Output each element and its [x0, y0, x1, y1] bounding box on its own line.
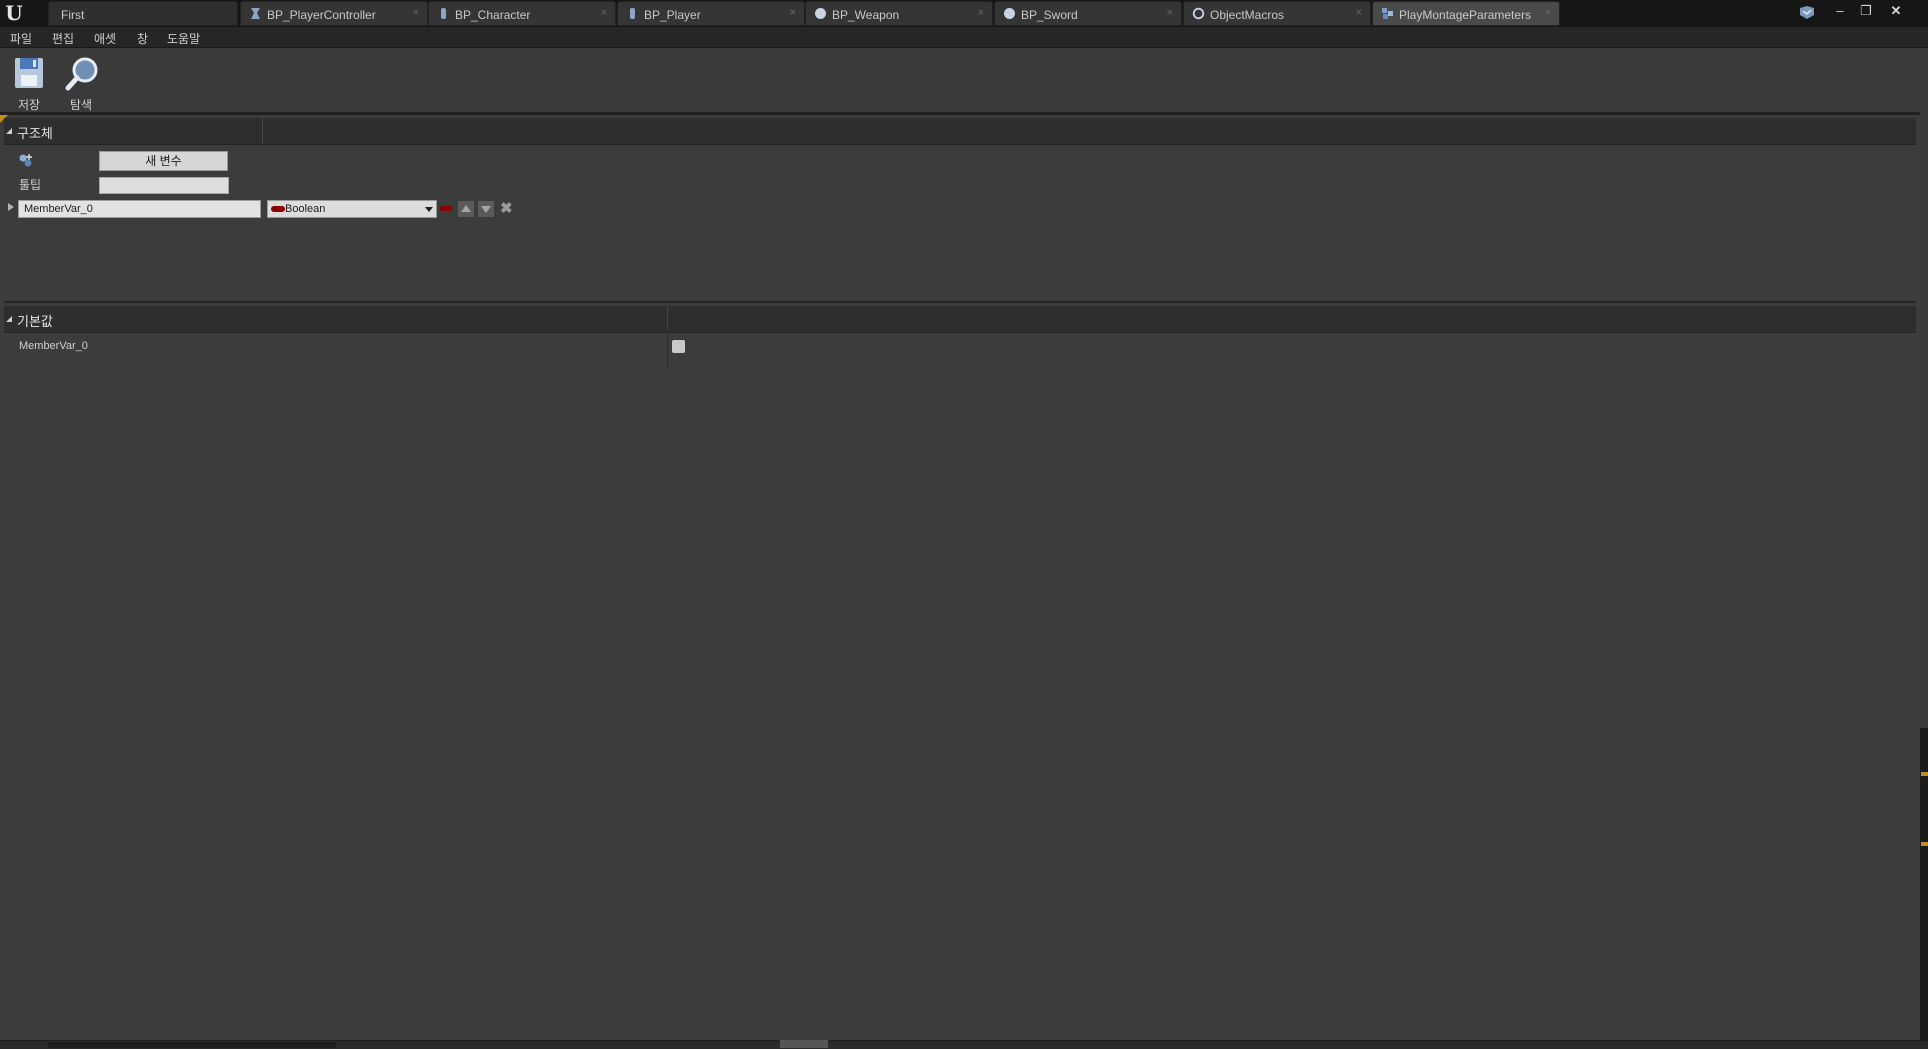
close-icon[interactable]: × — [978, 7, 984, 19]
close-icon[interactable]: × — [413, 7, 419, 19]
character-blueprint-icon — [441, 8, 446, 19]
browse-label: 탐색 — [69, 98, 93, 112]
scroll-thumb[interactable] — [780, 1040, 828, 1048]
restore-icon[interactable]: ❐ — [1854, 2, 1878, 20]
tab-label: ObjectMacros — [1210, 8, 1285, 22]
close-icon[interactable]: × — [790, 7, 796, 19]
right-edge-background — [1920, 728, 1928, 1048]
structure-section-header[interactable]: 구조체 — [4, 118, 1916, 145]
tab-label: BP_Character — [455, 8, 531, 22]
unreal-logo-icon: U — [5, 1, 23, 25]
character-blueprint-icon — [630, 8, 635, 19]
taskbar-region — [48, 1042, 336, 1048]
container-type-icon[interactable] — [440, 206, 452, 211]
actor-blueprint-icon — [815, 8, 826, 19]
column-divider[interactable] — [667, 306, 668, 332]
tab-objectmacros[interactable]: ObjectMacros × — [1183, 1, 1371, 26]
type-pin-icon — [271, 206, 285, 212]
browse-button[interactable]: 탐색 — [59, 52, 103, 112]
panel-separator — [4, 301, 1916, 303]
expand-arrow-icon[interactable] — [8, 203, 14, 211]
edge-marker — [1921, 772, 1928, 776]
column-divider — [667, 330, 668, 370]
menu-file[interactable]: 파일 — [10, 30, 32, 47]
member-type-label: Boolean — [285, 203, 326, 215]
tooltip-input[interactable] — [99, 177, 229, 194]
object-ring-icon — [1192, 7, 1205, 20]
tab-label: First — [61, 8, 85, 22]
tab-label: PlayMontageParameters — [1399, 8, 1532, 22]
tab-bp-character[interactable]: BP_Character × — [428, 1, 616, 26]
toolbar: 저장 탐색 — [0, 48, 1920, 115]
new-variable-button[interactable]: 새 변수 — [99, 151, 228, 171]
menu-asset[interactable]: 애셋 — [94, 30, 116, 47]
tab-label: BP_Player — [644, 8, 701, 22]
column-divider[interactable] — [262, 118, 263, 144]
tab-label: BP_Sword — [1021, 8, 1078, 22]
save-label: 저장 — [17, 98, 41, 112]
move-down-button[interactable] — [478, 201, 494, 217]
arrow-up-icon — [461, 205, 471, 212]
move-up-button[interactable] — [458, 201, 474, 217]
menu-help[interactable]: 도움말 — [167, 30, 200, 47]
member-type-dropdown[interactable]: Boolean — [267, 200, 437, 218]
minimize-icon[interactable]: – — [1828, 2, 1852, 20]
feedback-icon[interactable] — [1798, 5, 1816, 21]
close-icon[interactable]: × — [601, 7, 607, 19]
tab-playmontageparameters[interactable]: PlayMontageParameters × — [1372, 1, 1560, 26]
tab-first[interactable]: First — [48, 1, 238, 26]
add-variable-icon — [19, 154, 32, 167]
document-tab-bar: U First BP_PlayerController × BP_Charact… — [0, 0, 1928, 27]
tooltip-label: 툴팁 — [19, 178, 42, 192]
close-icon[interactable]: × — [1545, 7, 1551, 19]
save-button[interactable]: 저장 — [7, 52, 51, 112]
dropdown-arrow-icon — [425, 207, 433, 212]
save-floppy-icon — [15, 58, 43, 88]
tab-bp-playercontroller[interactable]: BP_PlayerController × — [240, 1, 428, 26]
edge-marker — [1921, 842, 1928, 846]
tab-label: BP_Weapon — [832, 8, 900, 22]
close-icon[interactable]: × — [1356, 7, 1362, 19]
controller-blueprint-icon — [251, 8, 260, 19]
struct-icon — [1382, 8, 1393, 19]
tab-bp-weapon[interactable]: BP_Weapon × — [805, 1, 993, 26]
member-name-field[interactable]: MemberVar_0 — [18, 200, 261, 218]
tab-bp-sword[interactable]: BP_Sword × — [994, 1, 1182, 26]
close-icon[interactable]: × — [1167, 7, 1173, 19]
menu-bar: 파일 편집 애셋 창 도움말 — [0, 27, 1928, 48]
delete-member-button[interactable]: ✖ — [500, 199, 513, 217]
close-window-icon[interactable]: ✕ — [1884, 2, 1908, 20]
defaults-section-header[interactable]: 기본값 — [4, 306, 1916, 333]
defaults-title: 기본값 — [17, 314, 53, 329]
collapse-arrow-icon[interactable] — [6, 128, 12, 134]
default-value-label: MemberVar_0 — [19, 340, 88, 352]
default-value-checkbox[interactable] — [672, 340, 685, 353]
actor-blueprint-icon — [1004, 8, 1015, 19]
arrow-down-icon — [481, 206, 491, 213]
menu-edit[interactable]: 편집 — [52, 30, 74, 47]
structure-title: 구조체 — [17, 126, 53, 141]
tab-bp-player[interactable]: BP_Player × — [617, 1, 805, 26]
menu-window[interactable]: 창 — [137, 30, 148, 47]
magnifier-icon — [65, 57, 98, 91]
tab-label: BP_PlayerController — [267, 8, 376, 22]
collapse-arrow-icon[interactable] — [6, 316, 12, 322]
